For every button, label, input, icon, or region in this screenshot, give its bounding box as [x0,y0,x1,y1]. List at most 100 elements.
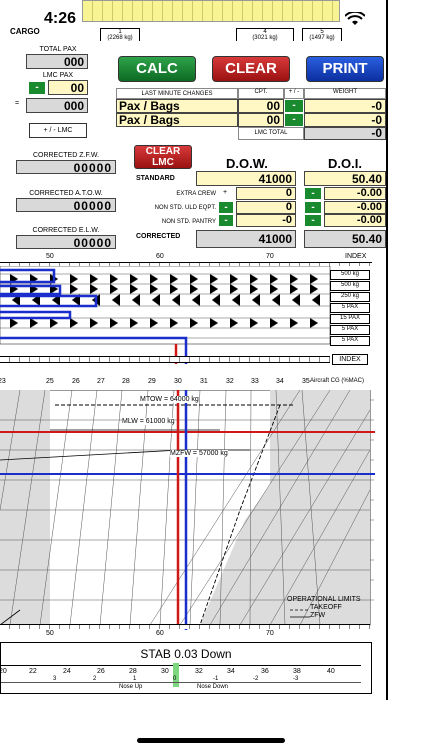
cargo-cell-5: 5 (1497 kg) [302,28,342,41]
wifi-icon [345,12,365,25]
cg-tick: 33 [251,378,259,385]
cg-envelope-chart [0,390,375,630]
stab-tick: 32 [195,668,203,675]
page-edge [386,0,388,700]
pantry-doi-field[interactable]: -0.00 [324,214,386,227]
lmc-row-label[interactable]: Pax / Bags [116,113,238,127]
stab-scale: 20 22 24 26 28 30 32 34 36 38 40 3 2 1 0… [0,663,361,691]
lmc-header-changes: LAST MINUTE CHANGES [116,88,238,99]
clear-lmc-label: LMC [152,157,174,168]
pantry-sign-button[interactable]: - [218,214,234,227]
stab-panel: STAB 0.03 Down 20 22 24 26 28 30 32 34 3… [0,642,372,694]
lmc-row-sign-button[interactable]: - [284,99,304,113]
cg-tick: 34 [276,378,284,385]
lmc-total-label: LMC TOTAL [238,127,304,140]
cg-tick: 28 [122,378,130,385]
corrected-dow-field: 41000 [196,230,296,248]
cg-tick: 25 [46,378,54,385]
lmc-row-cpt[interactable]: 00 [238,99,284,113]
print-button[interactable]: PRINT [306,56,384,82]
index-strip [0,356,330,363]
pantry-label: NON STD. PANTRY [161,219,216,225]
trim-label: 500 kg [330,270,370,280]
trim-label: 5 PAX [330,336,370,346]
cargo-bar-strip [82,0,340,22]
mzfw-label: MZFW = 57000 kg [170,450,228,457]
lmc-pax-field[interactable]: 00 [48,80,88,95]
lmc-header-cpt: CPT. [238,88,284,99]
index-tick-50: 50 [46,253,54,260]
pantry-doi-sign-button[interactable]: - [304,214,322,227]
pantry-dow-field[interactable]: -0 [236,214,296,227]
trim-label: 5 PAX [330,303,370,313]
cg-tick: 27 [97,378,105,385]
uld-eqpt-sign-button[interactable]: - [218,201,234,214]
stab-tick: 34 [227,668,235,675]
legend-takeoff: TAKEOFF [310,604,342,611]
index-tick-60: 60 [156,253,164,260]
extra-crew-label: EXTRA CREW [176,191,216,197]
total-pax-label: TOTAL PAX [39,46,77,53]
standard-doi-field[interactable]: 50.40 [304,171,386,186]
cargo-cell-4: 4 (3021 kg) [236,28,294,41]
index-tab-button[interactable]: INDEX [332,354,368,365]
cg-tick: 23 [0,378,6,385]
home-indicator[interactable] [137,738,285,743]
cargo-cell-kg: (2268 kg) [107,35,133,41]
bottom-tick: 60 [156,630,164,637]
standard-dow-field[interactable]: 41000 [196,171,296,186]
cargo-cell-kg: (1497 kg) [309,35,335,41]
zfw-label: CORRECTED Z.F.W. [32,152,100,159]
bottom-tick: 50 [46,630,54,637]
lmc-row-sign-button[interactable]: - [284,113,304,127]
stab-tick: 40 [327,668,335,675]
cargo-cell-1: 1 (2268 kg) [100,28,140,41]
extra-crew-doi-field[interactable]: -0.00 [324,187,386,200]
clear-lmc-label: CLEAR [145,146,181,157]
stab-tick: 22 [29,668,37,675]
calc-button[interactable]: CALC [118,56,196,82]
index-scale: 50 60 70 INDEX [0,252,375,266]
nose-down-label: Nose Down [197,684,229,690]
status-time: 4:26 [44,10,77,27]
corrected-doi-field: 50.40 [304,230,386,248]
lmc-header-sign: + / - [284,88,304,99]
cargo-cell-kg: (3021 kg) [252,35,278,41]
pm-lmc-button[interactable]: + / - LMC [29,123,87,138]
atow-label: CORRECTED A.T.O.W. [29,190,103,197]
trim-labels: 500 kg 500 kg 250 kg 5 PAX 15 PAX 5 PAX … [330,270,370,347]
uld-eqpt-doi-field[interactable]: -0.00 [324,201,386,214]
total-pax-field[interactable]: 000 [26,54,88,69]
dow-header: D.O.W. [226,156,268,171]
trim-label: 500 kg [330,281,370,291]
corrected-label: CORRECTED [136,233,181,240]
cg-tick: 29 [148,378,156,385]
lmc-row-label[interactable]: Pax / Bags [116,99,238,113]
bottom-index-scale: 50 60 70 [0,624,375,638]
trim-label: 15 PAX [330,314,370,324]
stab-tick: 28 [129,668,137,675]
elw-label: CORRECTED E.L.W. [32,227,100,234]
uld-eqpt-dow-field[interactable]: 0 [236,201,296,214]
extra-crew-dow-field[interactable]: 0 [236,187,296,200]
mtow-label: MTOW = 64000 kg [140,396,199,403]
clear-lmc-button[interactable]: CLEAR LMC [134,145,192,169]
stab-tick: 36 [261,668,269,675]
uld-eqpt-doi-sign-button[interactable]: - [304,201,322,214]
clear-button[interactable]: CLEAR [212,56,290,82]
cg-scale: 23 25 26 27 28 29 30 31 32 33 34 35 Airc… [0,378,375,390]
cg-tick: 35 [302,378,310,385]
index-scale-label: INDEX [345,253,367,260]
lmc-table: LAST MINUTE CHANGES CPT. + / - WEIGHT Pa… [116,88,386,140]
stab-tick: 20 [0,668,7,675]
stab-marker [173,663,179,687]
trim-label: 250 kg [330,292,370,302]
cg-tick: 32 [226,378,234,385]
cg-tick: 26 [72,378,80,385]
stab-tick: 26 [97,668,105,675]
lmc-row-weight: -0 [304,99,386,113]
extra-crew-doi-sign-button[interactable]: - [304,187,322,200]
lmc-row-cpt[interactable]: 00 [238,113,284,127]
lmc-pax-sign-button[interactable]: - [28,81,46,95]
stab-tick: 38 [293,668,301,675]
